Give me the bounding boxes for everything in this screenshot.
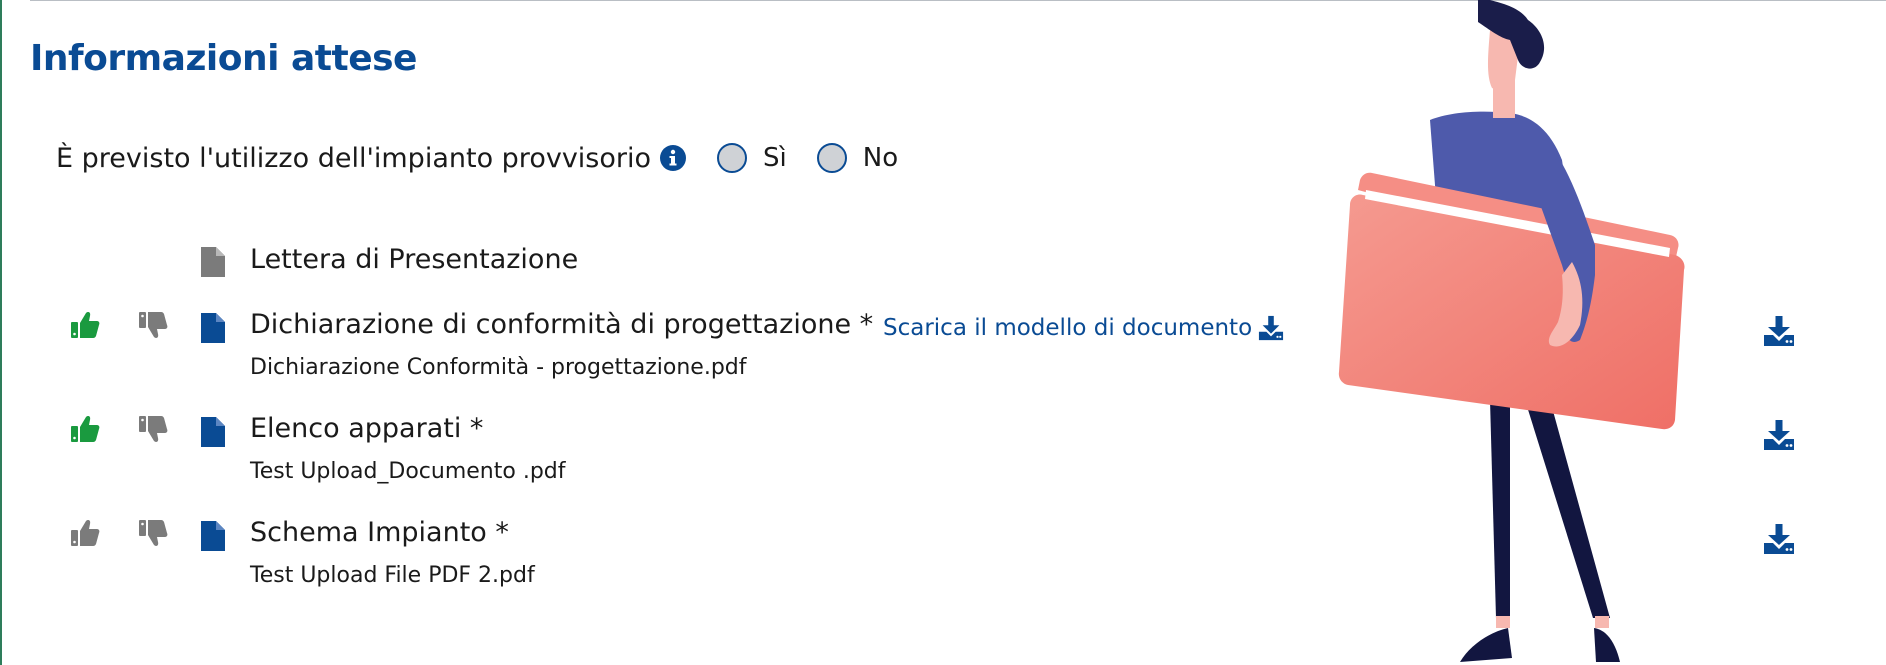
radio-button-si[interactable] bbox=[717, 143, 748, 173]
question-row: È previsto l'utilizzo dell'impianto prov… bbox=[56, 138, 898, 178]
download-template-link[interactable]: Scarica il modello di documento bbox=[883, 315, 1284, 341]
thumbs-down-icon[interactable] bbox=[137, 413, 169, 445]
file-icon bbox=[201, 313, 225, 343]
download-icon[interactable] bbox=[1763, 315, 1795, 347]
radio-option-no[interactable]: No bbox=[816, 143, 899, 173]
thumbs-down-icon[interactable] bbox=[137, 309, 169, 341]
download-icon[interactable] bbox=[1763, 523, 1795, 555]
radio-label-no: No bbox=[862, 143, 899, 173]
document-name: Schema Impianto * bbox=[250, 517, 509, 548]
document-name: Elenco apparati * bbox=[250, 413, 484, 444]
file-icon bbox=[201, 521, 225, 551]
thumbs-up-icon[interactable] bbox=[69, 309, 101, 341]
thumbs-up-icon[interactable] bbox=[69, 517, 101, 549]
thumbs-up-icon[interactable] bbox=[69, 413, 101, 445]
document-name: Lettera di Presentazione bbox=[250, 244, 579, 275]
document-file-name: Test Upload File PDF 2.pdf bbox=[250, 563, 535, 588]
file-icon bbox=[201, 247, 225, 277]
download-icon[interactable] bbox=[1763, 419, 1795, 451]
person-with-folder-illustration bbox=[1338, 0, 1685, 662]
info-icon[interactable] bbox=[659, 144, 687, 172]
file-icon bbox=[201, 417, 225, 447]
document-file-name: Test Upload_Documento .pdf bbox=[250, 459, 566, 484]
left-border bbox=[0, 0, 2, 665]
download-template-label: Scarica il modello di documento bbox=[883, 315, 1253, 341]
radio-option-si[interactable]: Sì bbox=[717, 143, 787, 173]
radio-label-si: Sì bbox=[763, 143, 787, 173]
document-name: Dichiarazione di conformità di progettaz… bbox=[250, 309, 874, 340]
question-text: È previsto l'utilizzo dell'impianto prov… bbox=[56, 142, 652, 174]
section-title: Informazioni attese bbox=[30, 38, 417, 79]
radio-button-no[interactable] bbox=[816, 143, 847, 173]
download-icon bbox=[1259, 315, 1284, 341]
thumbs-down-icon[interactable] bbox=[137, 517, 169, 549]
document-file-name: Dichiarazione Conformità - progettazione… bbox=[250, 355, 747, 380]
